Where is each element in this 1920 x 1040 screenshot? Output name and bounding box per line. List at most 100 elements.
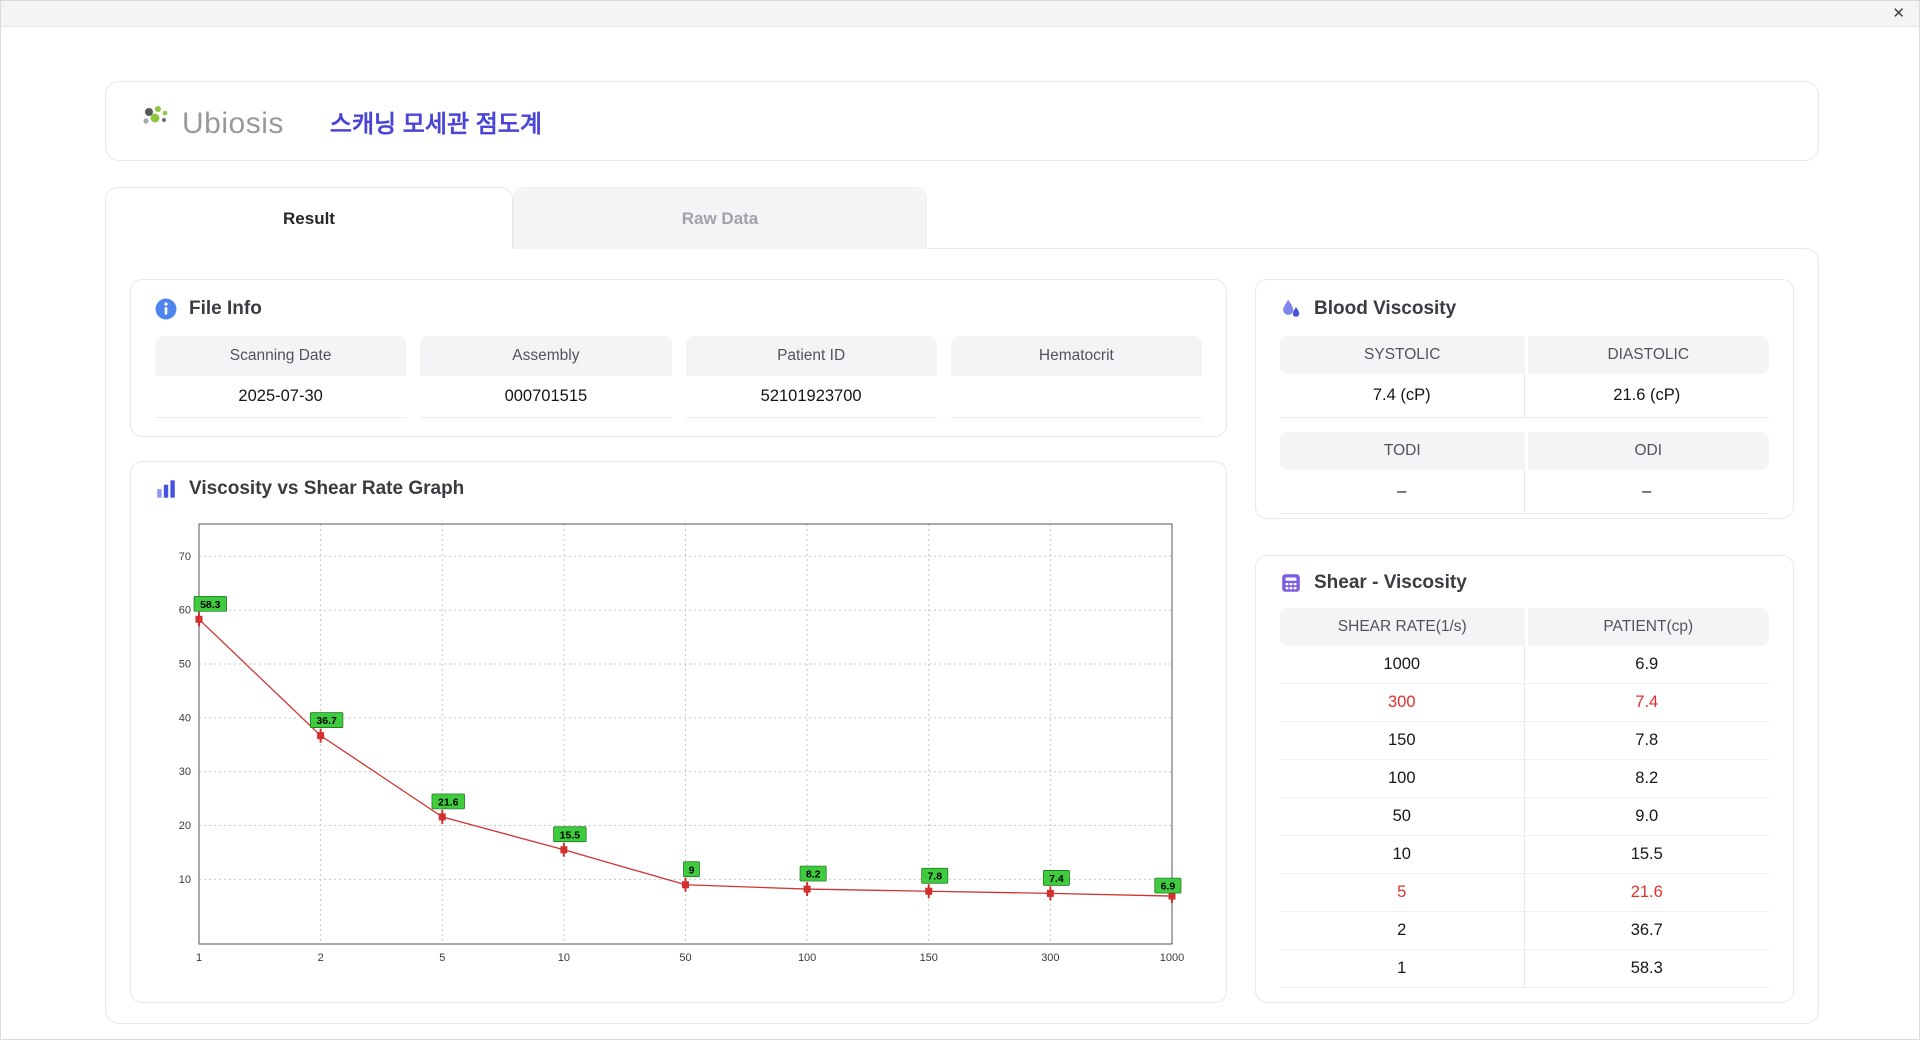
table-row: 100 8.2	[1280, 760, 1769, 798]
svg-text:60: 60	[179, 605, 191, 617]
svg-text:7.8: 7.8	[927, 871, 942, 883]
shear-viscosity-title: Shear - Viscosity	[1314, 572, 1467, 593]
svg-text:8.2: 8.2	[806, 869, 821, 881]
svg-text:50: 50	[679, 952, 691, 964]
patient-cell: 8.2	[1635, 769, 1659, 787]
file-info-title: File Info	[189, 298, 262, 319]
brand-name: Ubiosis	[182, 106, 284, 140]
field-hematocrit: Hematocrit	[950, 336, 1202, 418]
svg-text:40: 40	[179, 712, 191, 724]
patient-cell: 58.3	[1630, 959, 1663, 977]
svg-text:30: 30	[179, 766, 191, 778]
patient-cell: 15.5	[1630, 845, 1663, 863]
svg-text:5: 5	[439, 952, 445, 964]
systolic-label: SYSTOLIC	[1280, 336, 1525, 374]
shear-viscosity-title-row: Shear - Viscosity	[1280, 572, 1769, 594]
logo-mark-icon	[140, 104, 176, 139]
brand-logo: Ubiosis	[140, 104, 284, 139]
svg-text:150: 150	[920, 952, 938, 964]
svg-text:15.5: 15.5	[560, 829, 581, 841]
shear-table-body: 1000 6.9 300 7.4 150 7.8 100 8.2 50 9.0 10 15.5 5 21.…	[1280, 646, 1769, 988]
shear-rate-cell: 5	[1280, 874, 1525, 911]
close-icon[interactable]: ✕	[1892, 6, 1905, 21]
shear-rate-cell: 1	[1280, 950, 1525, 987]
odi-value: –	[1524, 470, 1769, 514]
table-row: 50 9.0	[1280, 798, 1769, 836]
field-value: 2025-07-30	[155, 376, 407, 418]
file-info-fields: Scanning Date 2025-07-30 Assembly 000701…	[155, 336, 1202, 418]
table-row: 5 21.6	[1280, 874, 1769, 912]
header-card: Ubiosis 스캐닝 모세관 점도계	[105, 81, 1819, 161]
graph-title-row: Viscosity vs Shear Rate Graph	[155, 478, 1202, 500]
table-row: 300 7.4	[1280, 684, 1769, 722]
info-icon	[155, 298, 177, 320]
tab-raw-data[interactable]: Raw Data	[513, 187, 927, 249]
bv-value-row-2: – –	[1280, 470, 1769, 514]
blood-viscosity-title: Blood Viscosity	[1314, 298, 1457, 319]
tab-bar: Result Raw Data	[105, 187, 1819, 249]
todi-label: TODI	[1280, 432, 1525, 470]
table-row: 1 58.3	[1280, 950, 1769, 988]
svg-text:50: 50	[179, 659, 191, 671]
field-value: 52101923700	[685, 376, 937, 418]
shear-rate-cell: 50	[1280, 798, 1525, 835]
page: Ubiosis 스캐닝 모세관 점도계 Result Raw Data File…	[1, 27, 1919, 1024]
field-assembly: Assembly 000701515	[420, 336, 672, 418]
diastolic-value: 21.6 (cP)	[1524, 374, 1769, 418]
svg-text:36.7: 36.7	[316, 715, 337, 727]
diastolic-label: DIASTOLIC	[1524, 336, 1769, 374]
odi-label: ODI	[1524, 432, 1769, 470]
field-label: Scanning Date	[155, 336, 407, 376]
svg-text:21.6: 21.6	[438, 796, 459, 808]
left-column: File Info Scanning Date 2025-07-30 Assem…	[130, 279, 1227, 1003]
right-column: Blood Viscosity SYSTOLIC DIASTOLIC 7.4 (…	[1255, 279, 1794, 1003]
patient-cell: 21.6	[1630, 883, 1663, 901]
todi-value: –	[1280, 470, 1525, 514]
svg-text:100: 100	[798, 952, 816, 964]
file-info-title-row: File Info	[155, 298, 1202, 320]
field-patient-id: Patient ID 52101923700	[685, 336, 937, 418]
field-value: 000701515	[420, 376, 672, 418]
patient-column-header: PATIENT(cp)	[1524, 608, 1770, 646]
shear-rate-cell: 100	[1280, 760, 1525, 797]
result-panel: File Info Scanning Date 2025-07-30 Assem…	[105, 248, 1819, 1024]
field-label: Patient ID	[685, 336, 937, 376]
shear-rate-cell: 2	[1280, 912, 1525, 949]
svg-text:20: 20	[179, 820, 191, 832]
svg-text:1: 1	[196, 952, 202, 964]
table-row: 150 7.8	[1280, 722, 1769, 760]
patient-cell: 7.4	[1635, 693, 1659, 711]
shear-rate-cell: 300	[1280, 684, 1525, 721]
file-info-card: File Info Scanning Date 2025-07-30 Assem…	[130, 279, 1227, 437]
svg-text:58.3: 58.3	[200, 599, 221, 611]
bv-header-row: SYSTOLIC DIASTOLIC	[1280, 336, 1769, 374]
tab-result[interactable]: Result	[105, 187, 513, 249]
titlebar: ✕	[1, 1, 1919, 27]
shear-rate-cell: 1000	[1280, 646, 1525, 683]
shear-rate-cell: 150	[1280, 722, 1525, 759]
app-title: 스캐닝 모세관 점도계	[329, 110, 542, 138]
svg-text:6.9: 6.9	[1161, 881, 1176, 893]
svg-text:300: 300	[1041, 952, 1059, 964]
shear-rate-cell: 10	[1280, 836, 1525, 873]
shear-rate-column-header: SHEAR RATE(1/s)	[1337, 618, 1467, 635]
bv-value-row: 7.4 (cP) 21.6 (cP)	[1280, 374, 1769, 418]
field-scanning-date: Scanning Date 2025-07-30	[155, 336, 407, 418]
svg-text:7.4: 7.4	[1049, 873, 1064, 885]
graph-card: Viscosity vs Shear Rate Graph 10 20 30 40 50…	[130, 461, 1227, 1003]
bar-chart-icon	[155, 478, 177, 500]
bv-header-row-2: TODI ODI	[1280, 432, 1769, 470]
svg-text:9: 9	[689, 864, 695, 876]
app-window: ✕ Ubiosis 스캐닝 모세관 점도계 Result Raw Data Fi…	[0, 0, 1920, 1040]
table-row: 2 36.7	[1280, 912, 1769, 950]
field-value	[950, 376, 1202, 418]
svg-text:2: 2	[318, 952, 324, 964]
patient-cell: 6.9	[1635, 655, 1659, 673]
shear-table-header: SHEAR RATE(1/s) PATIENT(cp)	[1280, 608, 1769, 646]
shear-viscosity-card: Shear - Viscosity SHEAR RATE(1/s) PATIEN…	[1255, 555, 1794, 1003]
svg-text:70: 70	[179, 551, 191, 563]
patient-cell: 7.8	[1635, 731, 1659, 749]
field-label: Assembly	[420, 336, 672, 376]
patient-cell: 9.0	[1635, 807, 1659, 825]
